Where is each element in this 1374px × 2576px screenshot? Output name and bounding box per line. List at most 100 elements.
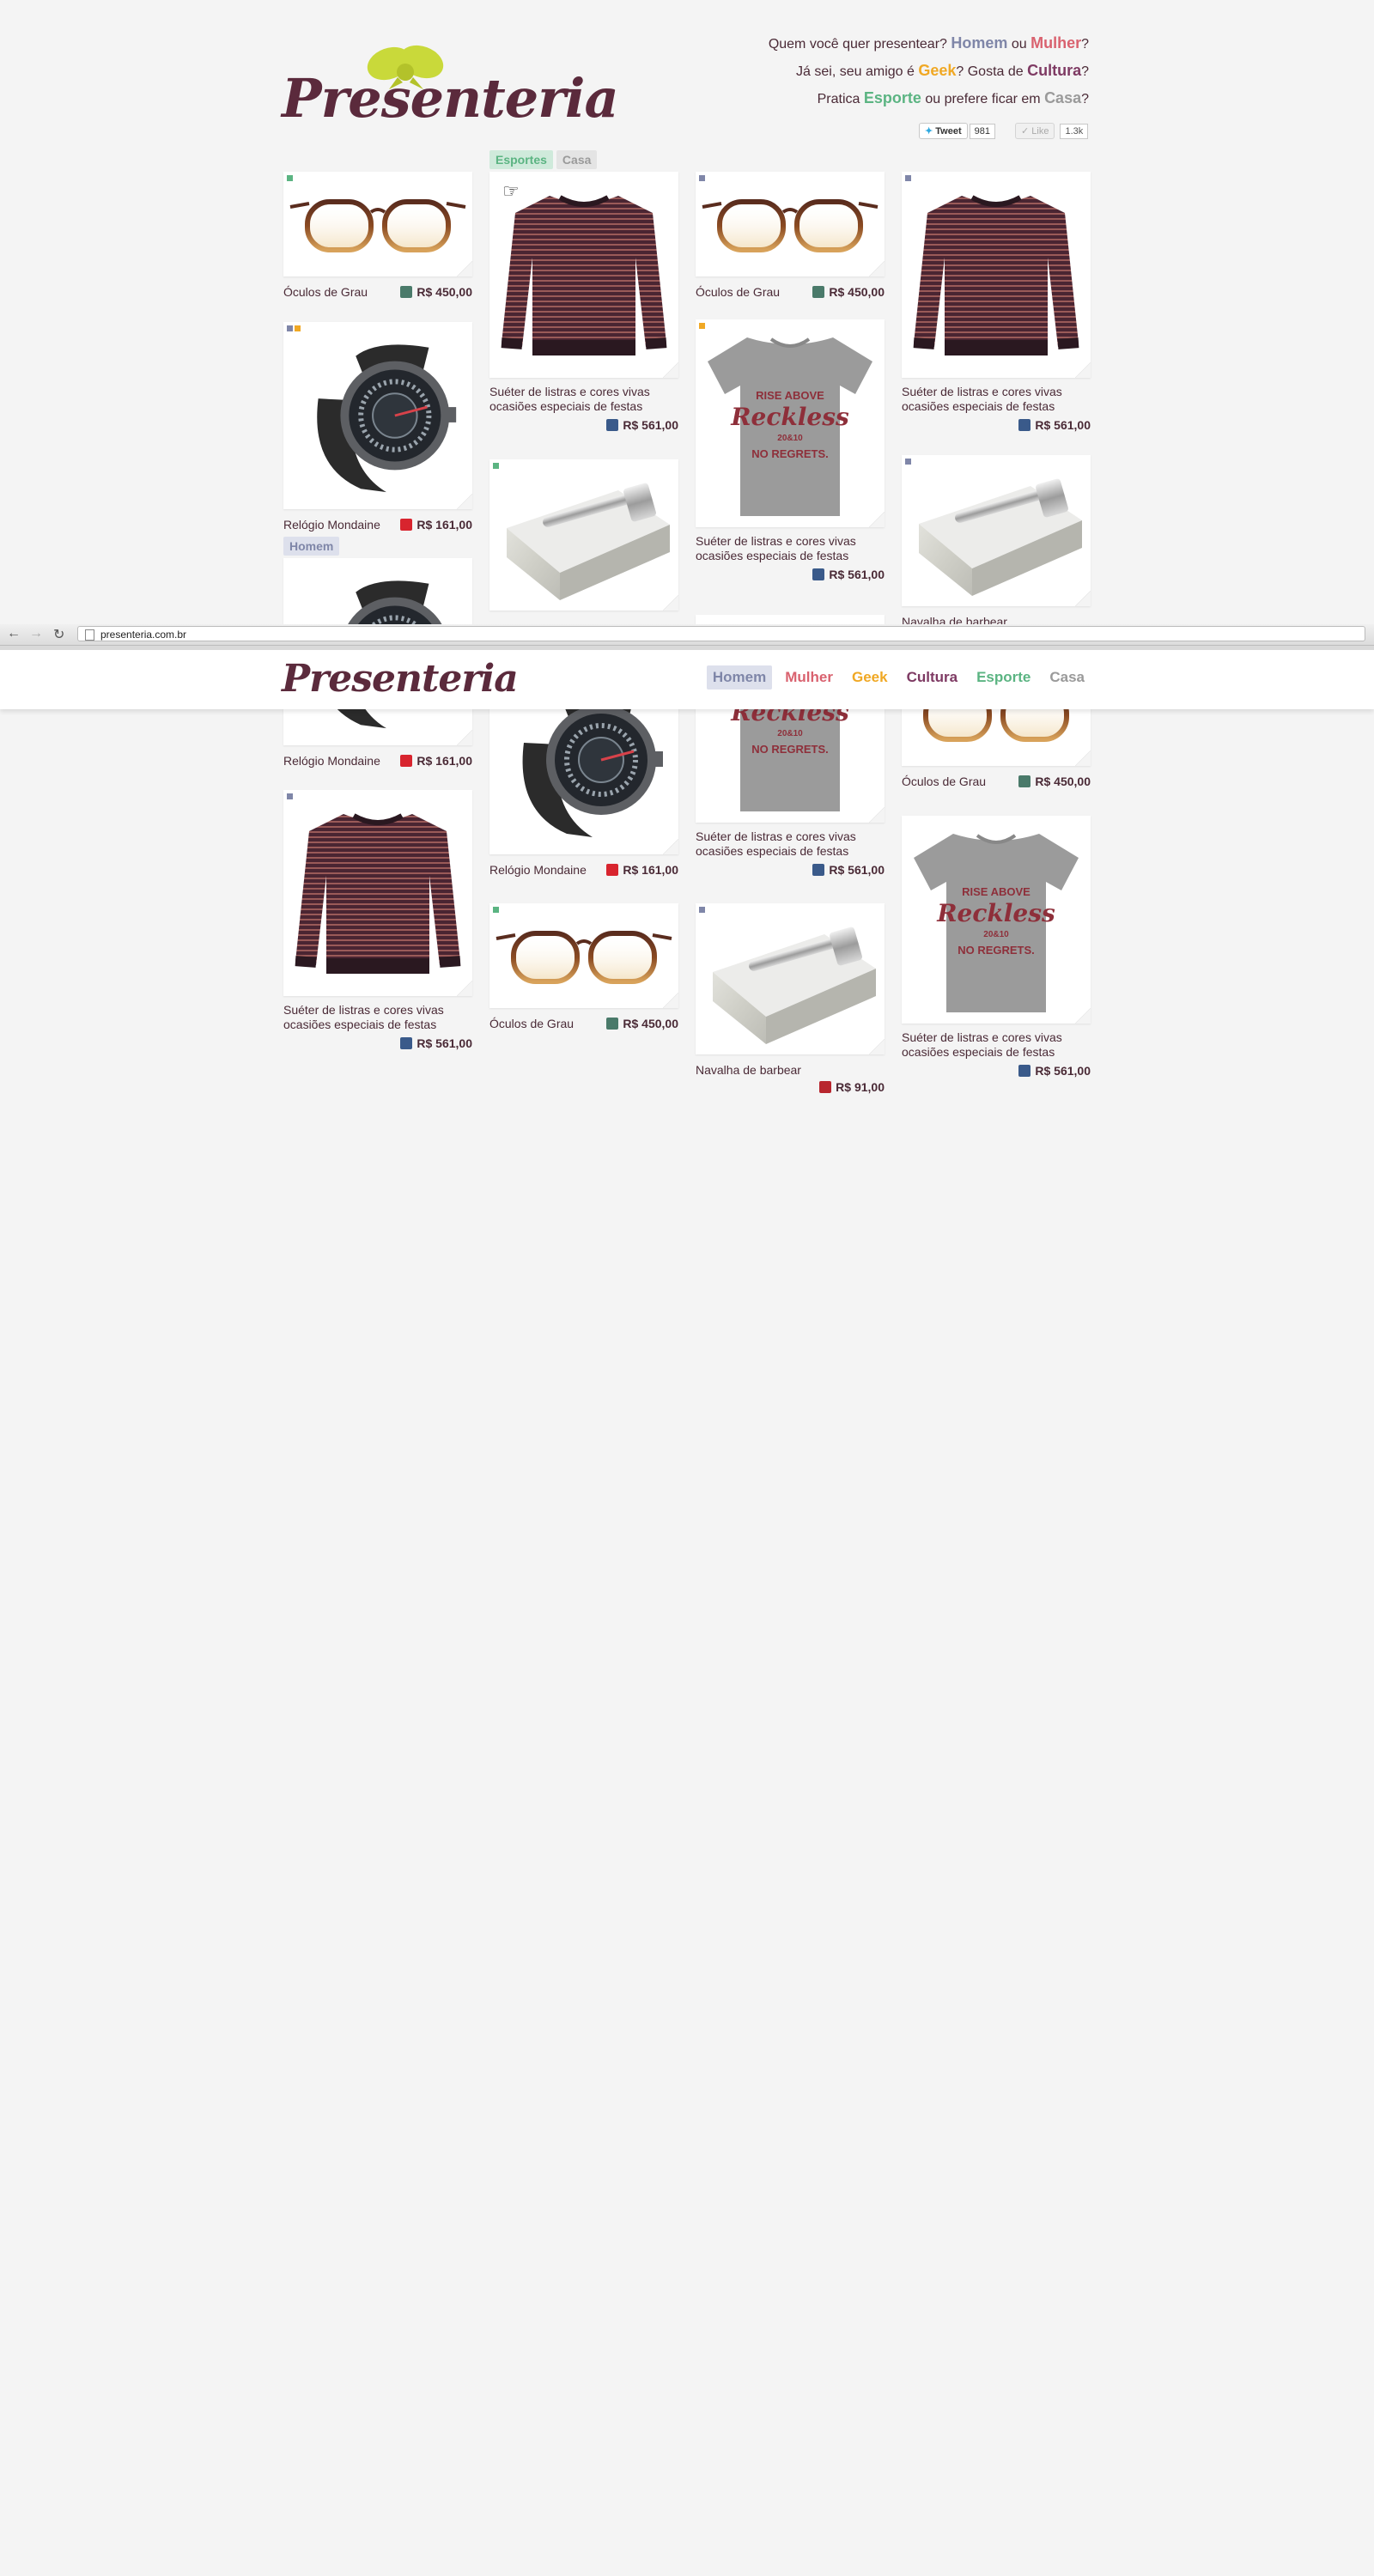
razor-image (902, 455, 1091, 606)
product-card-razor[interactable]: Navalha de barbear (902, 455, 1091, 629)
category-dot (905, 175, 911, 181)
link-esporte[interactable]: Esporte (864, 89, 921, 106)
product-name: Suéter de listras e cores vivas ocasiões… (696, 829, 856, 858)
category-dot (295, 325, 301, 331)
category-dot (493, 463, 499, 469)
like-count: 1.3k (1060, 124, 1089, 139)
url-text: presenteria.com.br (100, 629, 187, 641)
sweater-image (902, 172, 1091, 378)
tweet-button[interactable]: ✦ Tweet (919, 123, 968, 139)
link-cultura[interactable]: Cultura (1027, 62, 1081, 79)
store-icon (1018, 1065, 1031, 1077)
nav-esporte[interactable]: Esporte (970, 665, 1037, 690)
address-bar[interactable]: presenteria.com.br (77, 626, 1365, 641)
check-icon: ✓ (1021, 126, 1030, 137)
link-homem[interactable]: Homem (951, 34, 1007, 52)
product-card-glasses[interactable]: Óculos de Grau R$ 450,00 (696, 172, 885, 299)
product-image[interactable] (283, 790, 472, 996)
product-name: Relógio Mondaine (489, 863, 587, 877)
question-line-2: Já sei, seu amigo é Geek? Gosta de Cultu… (796, 62, 1089, 79)
tweet-count: 981 (969, 124, 995, 139)
nav-casa[interactable]: Casa (1043, 665, 1091, 690)
tag-esportes[interactable]: Esportes (489, 150, 553, 169)
product-image[interactable] (489, 459, 678, 611)
product-image[interactable] (696, 172, 885, 276)
product-card-watch[interactable]: Relógio Mondaine R$ 161,00 (283, 322, 472, 532)
sweater-image (283, 790, 472, 996)
product-name: Relógio Mondaine (283, 518, 380, 532)
product-card-razor[interactable] (489, 459, 678, 611)
product-card-sweater[interactable]: Suéter de listras e cores vivas ocasiões… (902, 172, 1091, 432)
product-card-sweater[interactable]: Suéter de listras e cores vivas ocasiões… (489, 172, 678, 432)
category-dot (699, 175, 705, 181)
store-icon (400, 1037, 413, 1049)
store-icon (812, 864, 825, 876)
product-image[interactable] (696, 903, 885, 1054)
product-card-sweater[interactable]: Suéter de listras e cores vivas ocasiões… (283, 790, 472, 1050)
forward-arrow-icon[interactable]: → (29, 626, 43, 641)
product-card-tshirt[interactable]: Suéter de listras e cores vivas ocasiões… (902, 816, 1091, 1078)
product-name: Suéter de listras e cores vivas ocasiões… (489, 385, 650, 413)
page-icon (85, 629, 94, 641)
product-card-glasses[interactable]: Óculos de Grau R$ 450,00 (489, 903, 678, 1030)
back-arrow-icon[interactable]: ← (7, 626, 21, 641)
reload-icon[interactable]: ↻ (53, 626, 64, 643)
category-dot (493, 907, 499, 913)
link-casa[interactable]: Casa (1044, 89, 1081, 106)
product-price: R$ 561,00 (623, 418, 678, 432)
link-mulher[interactable]: Mulher (1030, 34, 1081, 52)
nav-geek[interactable]: Geek (846, 665, 894, 690)
product-name: Óculos de Grau (902, 775, 987, 788)
browser-toolbar: ← → ↻ presenteria.com.br (0, 624, 1374, 646)
product-image[interactable] (283, 172, 472, 276)
product-image[interactable] (902, 455, 1091, 606)
glasses-image (696, 172, 885, 276)
twitter-bird-icon: ✦ (925, 126, 933, 137)
store-icon (1018, 419, 1031, 431)
product-price: R$ 450,00 (829, 285, 885, 299)
product-card-razor[interactable]: Navalha de barbear R$ 91,00 (696, 903, 885, 1094)
product-name: Óculos de Grau (489, 1017, 575, 1030)
product-price: R$ 450,00 (623, 1017, 678, 1030)
product-name: Óculos de Grau (696, 285, 781, 299)
link-geek[interactable]: Geek (918, 62, 956, 79)
category-dot (699, 323, 705, 329)
nav-homem[interactable]: Homem (706, 665, 773, 690)
product-image[interactable] (283, 322, 472, 509)
category-dot (287, 325, 293, 331)
product-price: R$ 561,00 (1035, 418, 1091, 432)
product-price: R$ 561,00 (1035, 1064, 1091, 1078)
store-icon (812, 286, 825, 298)
product-image[interactable] (902, 816, 1091, 1024)
product-name: Navalha de barbear (696, 1063, 801, 1077)
sticky-logo[interactable]: Presenteria (282, 657, 519, 701)
product-price: R$ 561,00 (416, 1036, 472, 1050)
product-image[interactable] (902, 172, 1091, 378)
product-card-tshirt[interactable]: Suéter de listras e cores vivas ocasiões… (696, 319, 885, 581)
tag-homem[interactable]: Homem (283, 537, 340, 556)
like-button[interactable]: ✓ Like (1015, 123, 1055, 139)
product-image[interactable] (489, 172, 678, 378)
tshirt-image (696, 319, 885, 527)
store-icon (812, 568, 825, 580)
nav-cultura[interactable]: Cultura (901, 665, 964, 690)
sweater-image (489, 172, 678, 378)
product-card-glasses[interactable]: Óculos de Grau R$ 450,00 (283, 172, 472, 299)
store-icon (400, 286, 413, 298)
product-image[interactable] (489, 903, 678, 1008)
category-dot (287, 793, 293, 799)
logo-text: Presenteria (282, 67, 619, 130)
product-name: Suéter de listras e cores vivas ocasiões… (696, 534, 856, 562)
logo[interactable]: Presenteria (282, 38, 619, 125)
product-price: R$ 161,00 (416, 754, 472, 768)
hand-cursor-icon: ☞ (502, 180, 520, 202)
product-price: R$ 561,00 (829, 863, 885, 877)
nav-mulher[interactable]: Mulher (779, 665, 839, 690)
question-line-1: Quem você quer presentear? Homem ou Mulh… (768, 34, 1089, 52)
product-price: R$ 91,00 (836, 1080, 885, 1094)
product-image[interactable] (696, 319, 885, 527)
tag-casa[interactable]: Casa (556, 150, 598, 169)
product-name: Suéter de listras e cores vivas ocasiões… (902, 1030, 1062, 1059)
product-price: R$ 561,00 (829, 568, 885, 581)
store-icon (1018, 775, 1031, 787)
